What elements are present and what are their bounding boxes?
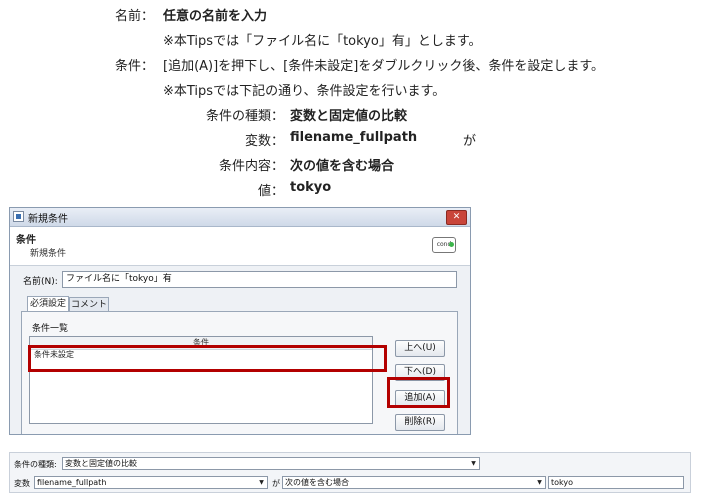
condition-note: ※本Tipsでは下記の通り、条件設定を行います。 — [163, 84, 446, 99]
content-label: 条件内容： — [218, 159, 284, 174]
editor-kind-label: 条件の種類: — [14, 460, 57, 469]
condition-kind-value: 変数と固定値の比較 — [65, 459, 137, 468]
chevron-down-icon[interactable]: ▼ — [535, 478, 544, 487]
value-label: 値： — [257, 184, 284, 199]
kind-label: 条件の種類： — [205, 109, 284, 124]
value-value: tokyo — [290, 180, 332, 195]
condition-content-value: 次の値を含む場合 — [285, 478, 349, 487]
name-label: 名前： — [114, 9, 154, 24]
delete-button[interactable]: 削除(R) — [395, 414, 445, 431]
condition-content-select[interactable]: 次の値を含む場合 ▼ — [282, 476, 546, 489]
name-input[interactable]: ファイル名に「tokyo」有 — [62, 271, 457, 288]
variable-suffix: が — [463, 134, 477, 149]
tab-required-settings[interactable]: 必須設定 — [27, 296, 69, 311]
cond-logo-icon: cond — [432, 237, 456, 253]
unset-condition-highlight — [28, 345, 387, 372]
variable-select[interactable]: filename_fullpath ▼ — [34, 476, 268, 489]
add-button-highlight — [387, 377, 450, 408]
editor-ga-label: が — [272, 479, 280, 488]
chevron-down-icon[interactable]: ▼ — [469, 459, 478, 468]
settings-panel: 条件一覧 条件 条件未設定 上へ(U) 下へ(D) 追加(A) 削除(R) — [21, 311, 458, 434]
variable-value: filename_fullpath — [290, 130, 418, 145]
name-value: 任意の名前を入力 — [163, 9, 268, 24]
dialog-titlebar[interactable]: 新規条件 ✕ — [10, 208, 470, 227]
variable-label: 変数： — [244, 134, 284, 149]
editor-variable-label: 変数 — [14, 479, 30, 488]
chevron-down-icon[interactable]: ▼ — [257, 478, 266, 487]
move-up-button[interactable]: 上へ(U) — [395, 340, 445, 357]
variable-select-value: filename_fullpath — [37, 478, 107, 487]
name-field-label: 名前(N): — [23, 277, 58, 287]
condition-kind-select[interactable]: 変数と固定値の比較 ▼ — [62, 457, 480, 470]
condition-editor-strip: 条件の種類: 変数と固定値の比較 ▼ 変数 filename_fullpath … — [9, 452, 691, 493]
app-icon — [13, 211, 24, 222]
dialog-title: 新規条件 — [28, 214, 68, 225]
condition-label: 条件： — [114, 59, 154, 74]
header-subtitle: 新規条件 — [30, 249, 67, 259]
tab-comment[interactable]: コメント — [69, 297, 109, 312]
name-note: ※本Tipsでは「ファイル名に「tokyo」有」とします。 — [163, 34, 482, 49]
kind-value: 変数と固定値の比較 — [290, 109, 408, 124]
content-value: 次の値を含む場合 — [290, 159, 395, 174]
value-input[interactable]: tokyo — [548, 476, 684, 489]
dialog-header: 条件 新規条件 cond — [10, 227, 470, 266]
condition-list-label: 条件一覧 — [32, 324, 69, 334]
condition-value: [追加(A)]を押下し、[条件未設定]をダブルクリック後、条件を設定します。 — [163, 59, 605, 74]
header-title: 条件 — [16, 235, 36, 246]
close-button[interactable]: ✕ — [446, 210, 467, 225]
